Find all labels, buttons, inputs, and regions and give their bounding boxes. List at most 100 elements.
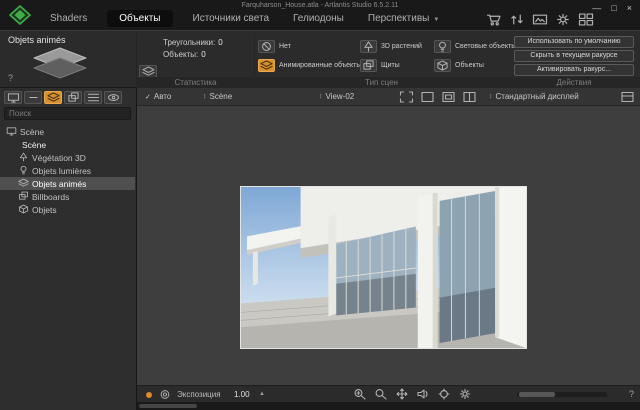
hide-in-current-view-button[interactable]: Скрыть в текущем ракурсе xyxy=(514,50,634,62)
scene-type-light-objects[interactable]: Световые объекты xyxy=(434,39,516,53)
scene-list-panel: Scène Scène Végétation 3D Objets lumière… xyxy=(0,88,137,410)
search-input[interactable] xyxy=(4,107,131,120)
tree-item-objects[interactable]: Objets xyxy=(0,203,135,216)
crosshair-icon[interactable] xyxy=(437,388,451,400)
layout-grid-icon[interactable] xyxy=(578,13,594,26)
cart-icon[interactable] xyxy=(486,13,502,26)
stat-triangles: Треугольники: 0 xyxy=(163,38,223,47)
list-filter-bar xyxy=(4,91,122,104)
viewport-options-button[interactable] xyxy=(620,91,635,103)
tab-shaders[interactable]: Shaders xyxy=(46,10,91,27)
stat-triangles-value: 0 xyxy=(218,38,223,47)
maximize-button[interactable]: □ xyxy=(611,3,616,13)
scene-type-label: Щиты xyxy=(381,61,400,69)
cube-icon xyxy=(18,204,29,214)
updown-arrow-icon: ↕ xyxy=(319,93,323,100)
stat-triangles-label: Треугольники: xyxy=(163,38,216,47)
split-view-button[interactable] xyxy=(462,91,477,103)
zoom-in-icon[interactable] xyxy=(353,388,367,400)
tree-item-billboards[interactable]: Billboards xyxy=(0,190,135,203)
media-icon[interactable] xyxy=(532,13,548,26)
activate-view-button[interactable]: Активировать ракурс... xyxy=(514,64,634,76)
filter-billboard-button[interactable] xyxy=(64,91,82,104)
zoom-icon[interactable] xyxy=(374,388,388,400)
stats-section-label: Статистика xyxy=(174,78,217,87)
scene-select[interactable]: ↕ Scène xyxy=(203,92,232,101)
tree-item-label: Scène xyxy=(22,139,47,150)
animated-objects-preview-icon xyxy=(28,45,92,81)
horizontal-scrollbar[interactable] xyxy=(137,402,640,410)
safe-frame-button[interactable] xyxy=(441,91,456,103)
expand-frame-button[interactable] xyxy=(399,91,414,103)
tree-item-label: Objets lumières xyxy=(32,165,92,176)
help-button[interactable]: ? xyxy=(629,389,634,399)
slider-handle[interactable] xyxy=(519,392,555,397)
exposure-stepper[interactable]: ▲ xyxy=(259,391,265,397)
updown-arrow-icon: ↕ xyxy=(203,93,207,100)
tree-item-scene[interactable]: Scène xyxy=(0,138,135,151)
scene-type-label: Световые объекты xyxy=(455,42,517,50)
main-area: ✓ Авто ↕ Scène ↕ View-02 ↕ Стандартный д… xyxy=(137,88,640,410)
use-default-button[interactable]: Использовать по умолчанию xyxy=(514,36,634,48)
inspector-help[interactable]: ? xyxy=(8,73,13,83)
view-select-value: View-02 xyxy=(325,92,355,101)
visibility-eye-button[interactable] xyxy=(104,91,122,104)
transfer-arrows-icon[interactable] xyxy=(509,13,525,26)
exposure-icon[interactable] xyxy=(159,389,171,400)
scrollbar-thumb[interactable] xyxy=(139,404,197,408)
render-preview-image[interactable] xyxy=(240,186,527,349)
exposure-label: Экспозиция xyxy=(177,390,221,399)
tree-item-label: Billboards xyxy=(32,191,70,202)
pan-icon[interactable] xyxy=(395,388,409,400)
view-select[interactable]: ↕ View-02 xyxy=(319,92,354,101)
scene-icon xyxy=(6,126,17,136)
display-mode-value: Стандартный дисплей xyxy=(495,92,579,101)
tree-item-animated-objects[interactable]: Objets animés xyxy=(0,177,135,190)
inspector-ribbon: Objets animés ? Треугольники: 0 Объекты: 0… xyxy=(0,30,640,88)
filter-list-button[interactable] xyxy=(84,91,102,104)
preview-viewport[interactable] xyxy=(137,106,640,385)
dropdown-arrow-icon: ▼ xyxy=(433,17,440,23)
minimize-button[interactable]: — xyxy=(592,3,601,13)
inspector-title: Objets animés xyxy=(8,35,66,45)
check-icon: ✓ xyxy=(145,93,151,101)
close-button[interactable]: × xyxy=(627,3,632,13)
display-mode-select[interactable]: ↕ Стандартный дисплей xyxy=(489,92,579,101)
auto-checkbox[interactable]: ✓ Авто xyxy=(145,92,171,101)
billboard-icon xyxy=(18,191,29,201)
tree-item-vegetation-3d[interactable]: Végétation 3D xyxy=(0,151,135,164)
speaker-icon[interactable] xyxy=(416,388,430,400)
tree-item-light-objects[interactable]: Objets lumières xyxy=(0,164,135,177)
updown-arrow-icon: ↕ xyxy=(489,93,493,100)
scene-type-billboards[interactable]: Щиты xyxy=(360,58,400,72)
filter-animated-button[interactable] xyxy=(44,91,62,104)
window-controls: — □ × xyxy=(592,3,632,13)
tab-heliodons[interactable]: Гелиодоны xyxy=(289,10,348,27)
tree-item-scene-root[interactable]: Scène xyxy=(0,125,135,138)
filter-collapse-button[interactable] xyxy=(24,91,42,104)
actions-section-label: Действия xyxy=(556,78,592,87)
viewport-bottom-bar: Экспозиция 1.00 ▲ ? xyxy=(137,385,640,402)
render-settings-gear-icon[interactable] xyxy=(458,388,472,400)
stat-objects-value: 0 xyxy=(201,50,206,59)
main-tab-bar: Shaders Объекты Источники света Гелиодон… xyxy=(46,10,443,27)
view-tool-group xyxy=(353,388,472,400)
scene-type-animated-objects[interactable]: Анимированные объекты xyxy=(258,58,361,72)
settings-gear-icon[interactable] xyxy=(555,13,571,26)
scene-type-none[interactable]: Нет xyxy=(258,39,291,53)
tab-light-sources[interactable]: Источники света xyxy=(189,10,274,27)
filter-scene-button[interactable] xyxy=(4,91,22,104)
frame-button[interactable] xyxy=(420,91,435,103)
scene-type-objects[interactable]: Объекты xyxy=(434,58,484,72)
preview-size-slider[interactable] xyxy=(517,392,607,397)
tab-objects[interactable]: Объекты xyxy=(107,10,173,27)
animated-objects-icon xyxy=(258,58,275,72)
tab-perspectives[interactable]: Перспективы ▼ xyxy=(364,10,443,27)
animated-objects-icon xyxy=(18,178,29,188)
tree-item-label: Végétation 3D xyxy=(32,152,86,163)
exposure-value[interactable]: 1.00 xyxy=(234,390,250,399)
tree-item-label: Objets animés xyxy=(32,178,87,189)
framing-tool-group xyxy=(399,91,477,103)
scene-type-3d-plants[interactable]: 3D растений xyxy=(360,39,422,53)
artlantis-window: Farquharson_House.atla - Artlantis Studi… xyxy=(0,0,640,410)
